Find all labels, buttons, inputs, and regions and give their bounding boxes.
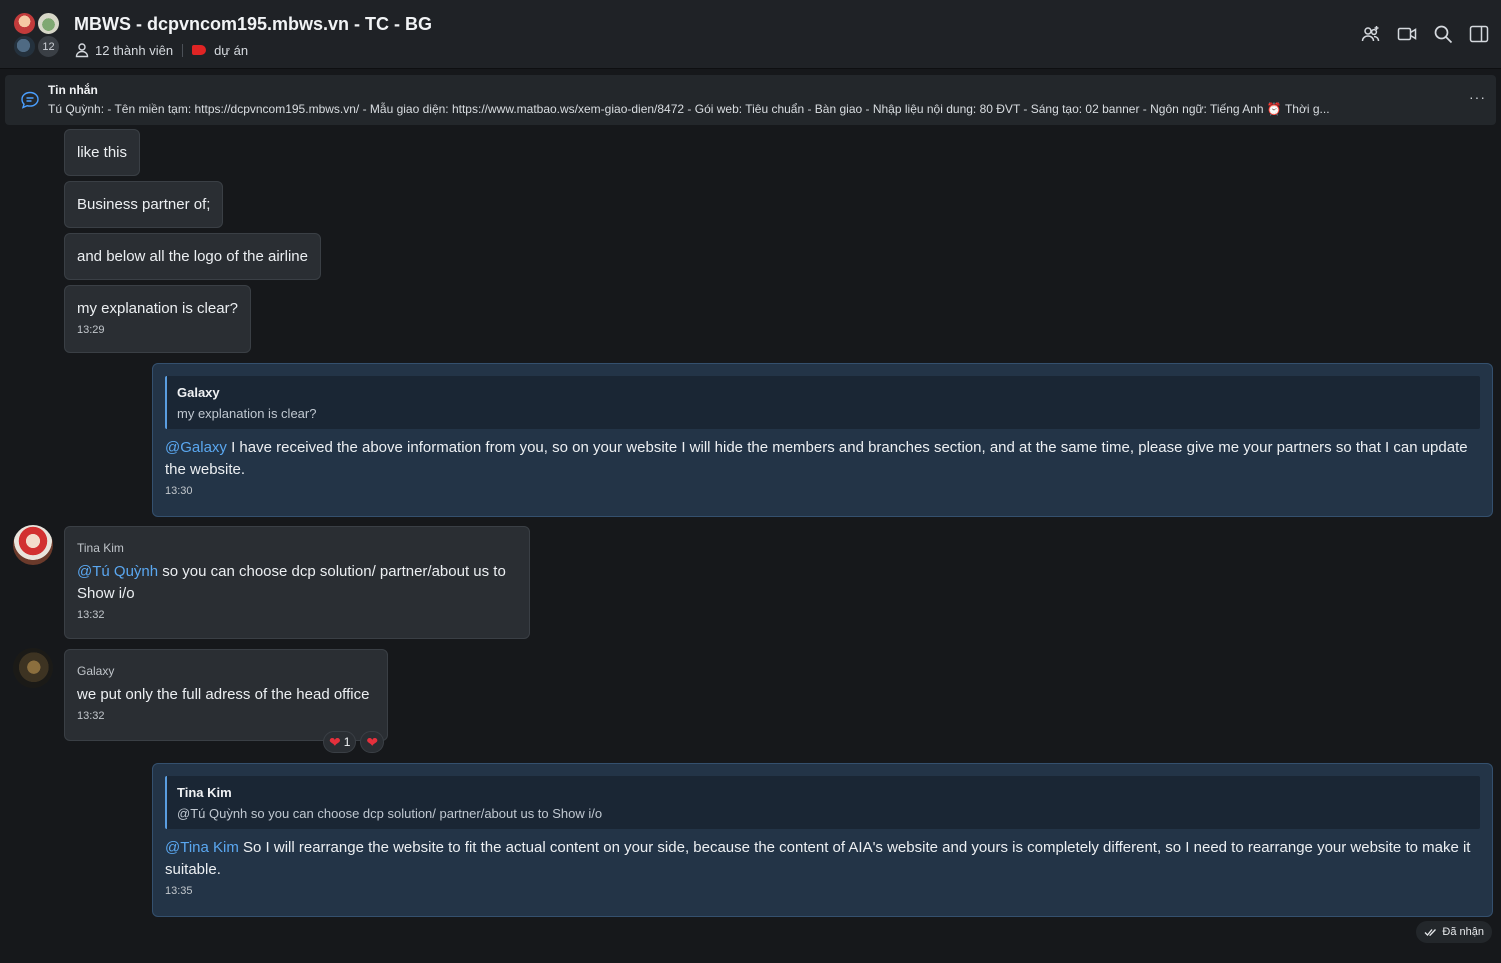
avatar[interactable]: [13, 648, 53, 688]
video-call-button[interactable]: [1397, 24, 1417, 44]
double-check-icon: [1424, 929, 1437, 936]
heart-icon: ❤: [329, 733, 341, 750]
quote-text: @Tú Quỳnh so you can choose dcp solution…: [177, 806, 603, 821]
tag-label[interactable]: dự án: [214, 43, 248, 58]
message-bubble[interactable]: and below all the logo of the airline: [64, 233, 321, 280]
reaction-chip[interactable]: ❤ 1: [323, 731, 357, 753]
message-time: 13:32: [77, 710, 105, 722]
message-time: 13:35: [165, 885, 193, 897]
quote-author: Galaxy: [177, 385, 220, 400]
member-avatar: [36, 11, 61, 36]
add-member-button[interactable]: [1361, 24, 1381, 44]
quoted-message[interactable]: Galaxy my explanation is clear?: [165, 376, 1480, 429]
conversation-subline: 12 thành viên dự án: [74, 41, 248, 59]
my-message-bubble[interactable]: Tina Kim @Tú Quỳnh so you can choose dcp…: [152, 763, 1493, 917]
message-text: my explanation is clear?: [77, 300, 238, 317]
delivery-status-label: Đã nhận: [1442, 926, 1484, 938]
reaction-count: 1: [343, 735, 351, 749]
sender-name[interactable]: Tina Kim: [77, 541, 517, 555]
mention-link[interactable]: @Tina Kim: [165, 839, 239, 856]
quote-author: Tina Kim: [177, 785, 232, 800]
message-bubble[interactable]: like this: [64, 129, 141, 176]
video-call-icon: [1397, 27, 1417, 41]
quote-text: my explanation is clear?: [177, 406, 317, 421]
my-message-bubble[interactable]: Galaxy my explanation is clear? @Galaxy …: [152, 363, 1493, 517]
avatar[interactable]: [13, 525, 53, 565]
chat-window: 12 MBWS - dcpvncom195.mbws.vn - TC - BG …: [0, 0, 1501, 963]
tag-icon: [192, 45, 207, 55]
members-link[interactable]: 12 thành viên: [95, 43, 173, 58]
mention-link[interactable]: @Tú Quỳnh: [77, 563, 158, 580]
delivery-status: Đã nhận: [1416, 921, 1492, 943]
message-text: @Tú Quỳnh so you can choose dcp solution…: [77, 563, 506, 602]
pinned-text: Tú Quỳnh: - Tên miền tạm: https://dcpvnc…: [48, 102, 1330, 116]
message-text: Business partner of;: [77, 196, 211, 213]
quoted-message[interactable]: Tina Kim @Tú Quỳnh so you can choose dcp…: [165, 776, 1480, 829]
chat-bubble-icon: [21, 91, 39, 109]
message-text: we put only the full adress of the head …: [77, 686, 370, 703]
pinned-more-button[interactable]: ···: [1469, 89, 1486, 105]
side-panel-icon: [1469, 25, 1489, 43]
message-time: 13:32: [77, 609, 105, 621]
group-avatar[interactable]: 12: [12, 11, 64, 59]
message-text: @Galaxy I have received the above inform…: [165, 439, 1468, 478]
pinned-message-bar[interactable]: Tin nhắn Tú Quỳnh: - Tên miền tạm: https…: [5, 75, 1496, 125]
message-bubble[interactable]: Galaxy we put only the full adress of th…: [64, 649, 388, 741]
message-bubble[interactable]: my explanation is clear? 13:29: [64, 285, 251, 353]
add-member-icon: [1361, 26, 1380, 42]
message-text: @Tina Kim So I will rearrange the websit…: [165, 839, 1471, 878]
heart-icon: ❤: [366, 733, 379, 750]
message-time: 13:29: [77, 324, 105, 336]
message-text: like this: [77, 144, 128, 161]
member-count-badge: 12: [36, 34, 61, 59]
conversation-title: MBWS - dcpvncom195.mbws.vn - TC - BG: [74, 14, 433, 34]
member-avatar: [12, 34, 37, 59]
header-actions: [1361, 24, 1489, 44]
member-avatar: [12, 11, 37, 36]
message-bubble[interactable]: Tina Kim @Tú Quỳnh so you can choose dcp…: [64, 526, 530, 639]
toggle-side-panel-button[interactable]: [1469, 24, 1489, 44]
search-button[interactable]: [1433, 24, 1453, 44]
divider: [182, 43, 184, 57]
add-reaction-button[interactable]: ❤: [360, 731, 385, 753]
search-icon: [1434, 25, 1453, 44]
reaction-bar: ❤ 1 ❤: [323, 731, 385, 753]
message-text: and below all the logo of the airline: [77, 248, 308, 265]
message-time: 13:30: [165, 485, 193, 497]
conversation-header: 12 MBWS - dcpvncom195.mbws.vn - TC - BG …: [0, 0, 1501, 69]
sender-name[interactable]: Galaxy: [77, 664, 375, 678]
mention-link[interactable]: @Galaxy: [165, 439, 227, 456]
message-bubble[interactable]: Business partner of;: [64, 181, 224, 228]
person-icon: [74, 42, 95, 58]
pinned-title: Tin nhắn: [48, 83, 98, 97]
